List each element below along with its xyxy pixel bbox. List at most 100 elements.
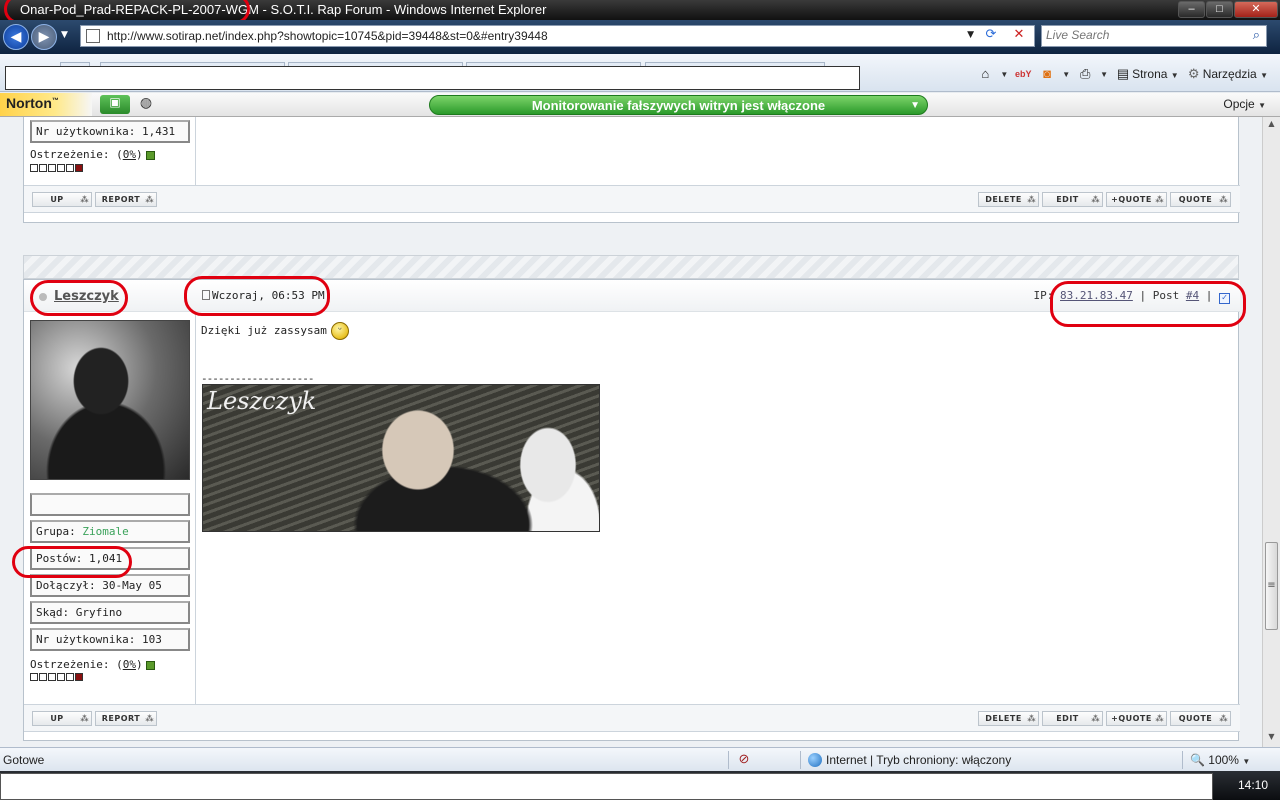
forum-post: Leszczyk Wczoraj, 06:53 PM IP: 83.21.83.… (23, 279, 1240, 741)
maximize-icon[interactable]: □ (1206, 1, 1233, 18)
feeds-icon[interactable]: ◙ (1038, 66, 1056, 82)
post-header: Leszczyk Wczoraj, 06:53 PM IP: 83.21.83.… (24, 280, 1240, 312)
warning-level: Ostrzeżenie: (0%) (30, 658, 155, 671)
post-number-link[interactable]: #4 (1186, 289, 1199, 302)
up-button[interactable]: UP (32, 711, 92, 726)
page-menu-label: Strona (1132, 67, 1168, 81)
norton-status-button[interactable]: Monitorowanie fałszywych witryn jest włą… (429, 95, 928, 115)
print-dropdown-icon[interactable]: ▼ (1100, 70, 1108, 79)
back-button[interactable]: ◀ (3, 24, 29, 50)
norton-globe-icon[interactable]: ◍ (134, 95, 158, 114)
stop-icon[interactable]: ✕ (1008, 27, 1030, 45)
post-body: Dzięki już zassysam ᵕ (201, 322, 349, 340)
scroll-up-icon[interactable]: ▲ (1265, 119, 1278, 132)
zoom-level[interactable]: 🔍 100% ▼ (1190, 753, 1250, 767)
search-box[interactable]: ⌕ (1041, 25, 1267, 47)
report-button[interactable]: REPORT (95, 192, 157, 207)
avatar (30, 320, 190, 480)
scrollbar-thumb[interactable]: ≡ (1265, 542, 1278, 630)
norton-options-button[interactable]: Opcje ▼ (1223, 97, 1266, 111)
command-buttons: ⌂ ▼ ebY ◙ ▼ ⎙ ▼ ▤ Strona ▼ ⚙ Narzędzia ▼ (976, 66, 1268, 82)
edit-button[interactable]: EDIT (1042, 711, 1103, 726)
window-controls: – □ ✕ (1177, 1, 1278, 18)
warning-pips (30, 673, 83, 681)
page-icon (86, 29, 100, 43)
member-title-box (30, 493, 190, 516)
status-text: Gotowe (3, 753, 45, 767)
norton-status-label: Monitorowanie fałszywych witryn jest włą… (531, 98, 826, 113)
member-group: Grupa: Ziomale (30, 520, 190, 543)
clock: 14:10 (1237, 778, 1268, 792)
previous-post-actions: UP REPORT DELETE EDIT +QUOTE QUOTE (24, 185, 1240, 213)
chevron-down-icon: ▼ (910, 100, 920, 111)
warning-link[interactable]: 0% (123, 658, 136, 671)
post-author[interactable]: Leszczyk (54, 289, 119, 304)
member-number: Nr użytkownika: 1,431 (30, 120, 190, 143)
home-dropdown-icon[interactable]: ▼ (1000, 70, 1008, 79)
ip-link[interactable]: 83.21.83.47 (1060, 289, 1133, 302)
ebay-icon[interactable]: ebY (1014, 66, 1032, 82)
author-sidebar: Grupa: Ziomale Postów: 1,041 Dołączył: 3… (24, 312, 196, 708)
home-icon[interactable]: ⌂ (976, 66, 994, 82)
internet-globe-icon (808, 753, 822, 767)
warning-level: Ostrzeżenie: (0%) (30, 148, 155, 161)
post-doc-icon (202, 290, 210, 300)
search-icon[interactable]: ⌕ (1253, 28, 1260, 43)
page-menu[interactable]: ▤ Strona ▼ (1114, 66, 1179, 82)
up-button[interactable]: UP (32, 192, 92, 207)
warning-link[interactable]: 0% (123, 148, 136, 161)
vertical-scrollbar[interactable]: ▲ ≡ ▼ (1262, 117, 1280, 747)
member-number: Nr użytkownika: 103 (30, 628, 190, 651)
title-bar: Onar-Pod_Prad-REPACK-PL-2007-WGM - S.O.T… (0, 0, 1280, 20)
delete-button[interactable]: DELETE (978, 711, 1039, 726)
post-divider (23, 255, 1239, 279)
print-icon[interactable]: ⎙ (1076, 66, 1094, 82)
multiquote-button[interactable]: +QUOTE (1106, 711, 1167, 726)
warning-flag-icon (145, 660, 155, 670)
offline-status-icon (39, 293, 47, 301)
norton-monitor-icon[interactable]: ▣ (100, 95, 130, 114)
warning-flag-icon (145, 150, 155, 160)
refresh-icon[interactable]: ⟳ (980, 27, 1002, 45)
tools-menu[interactable]: ⚙ Narzędzia ▼ (1185, 66, 1268, 82)
norton-logo: Norton™ (0, 93, 92, 116)
address-field[interactable]: http://www.sotirap.net/index.php?showtop… (80, 25, 1035, 47)
signature-image-text: Leszczyk (207, 387, 317, 415)
member-joined: Dołączył: 30-May 05 (30, 574, 190, 597)
tools-menu-label: Narzędzia (1202, 67, 1257, 81)
status-bar: Gotowe ⊘ Internet | Tryb chroniony: włąc… (0, 747, 1280, 771)
redacted-tabs-area (5, 66, 860, 90)
post-date: Wczoraj, 06:53 PM (202, 289, 325, 302)
previous-post: Nr użytkownika: 1,431 Ostrzeżenie: (0%) … (23, 117, 1240, 223)
forward-button[interactable]: ▶ (31, 24, 57, 50)
page-menu-icon: ▤ (1116, 66, 1130, 81)
post-text: Dzięki już zassysam (201, 324, 327, 337)
signature-image: Leszczyk (202, 384, 600, 532)
norton-toolbar: Norton™ ▣ ◍ Monitorowanie fałszywych wit… (0, 93, 1280, 117)
address-dropdown-icon[interactable]: ▼ (967, 30, 974, 40)
privacy-icon[interactable]: ⊘ (735, 751, 753, 767)
delete-button[interactable]: DELETE (978, 192, 1039, 207)
security-zone[interactable]: Internet | Tryb chroniony: włączony (808, 753, 1011, 767)
scroll-down-icon[interactable]: ▼ (1265, 732, 1278, 745)
multiquote-button[interactable]: +QUOTE (1106, 192, 1167, 207)
minimize-icon[interactable]: – (1178, 1, 1205, 18)
quote-button[interactable]: QUOTE (1170, 711, 1231, 726)
report-button[interactable]: REPORT (95, 711, 157, 726)
history-dropdown-icon[interactable]: ▼ (61, 30, 68, 40)
window-title: Onar-Pod_Prad-REPACK-PL-2007-WGM - S.O.T… (20, 2, 547, 17)
page-viewport: Nr użytkownika: 1,431 Ostrzeżenie: (0%) … (0, 117, 1262, 747)
select-post-checkbox[interactable]: ✓ (1219, 293, 1230, 304)
close-icon[interactable]: ✕ (1234, 1, 1278, 18)
redacted-taskbar-area (0, 773, 1213, 800)
warning-pips (30, 164, 83, 172)
feeds-dropdown-icon[interactable]: ▼ (1062, 70, 1070, 79)
address-url[interactable]: http://www.sotirap.net/index.php?showtop… (107, 29, 548, 43)
member-posts: Postów: 1,041 (30, 547, 190, 570)
gear-icon: ⚙ (1187, 66, 1200, 81)
address-row: ◀ ▶ ▼ http://www.sotirap.net/index.php?s… (0, 20, 1280, 54)
quote-button[interactable]: QUOTE (1170, 192, 1231, 207)
smiley-icon: ᵕ (330, 322, 349, 340)
search-input[interactable] (1046, 28, 1236, 42)
edit-button[interactable]: EDIT (1042, 192, 1103, 207)
